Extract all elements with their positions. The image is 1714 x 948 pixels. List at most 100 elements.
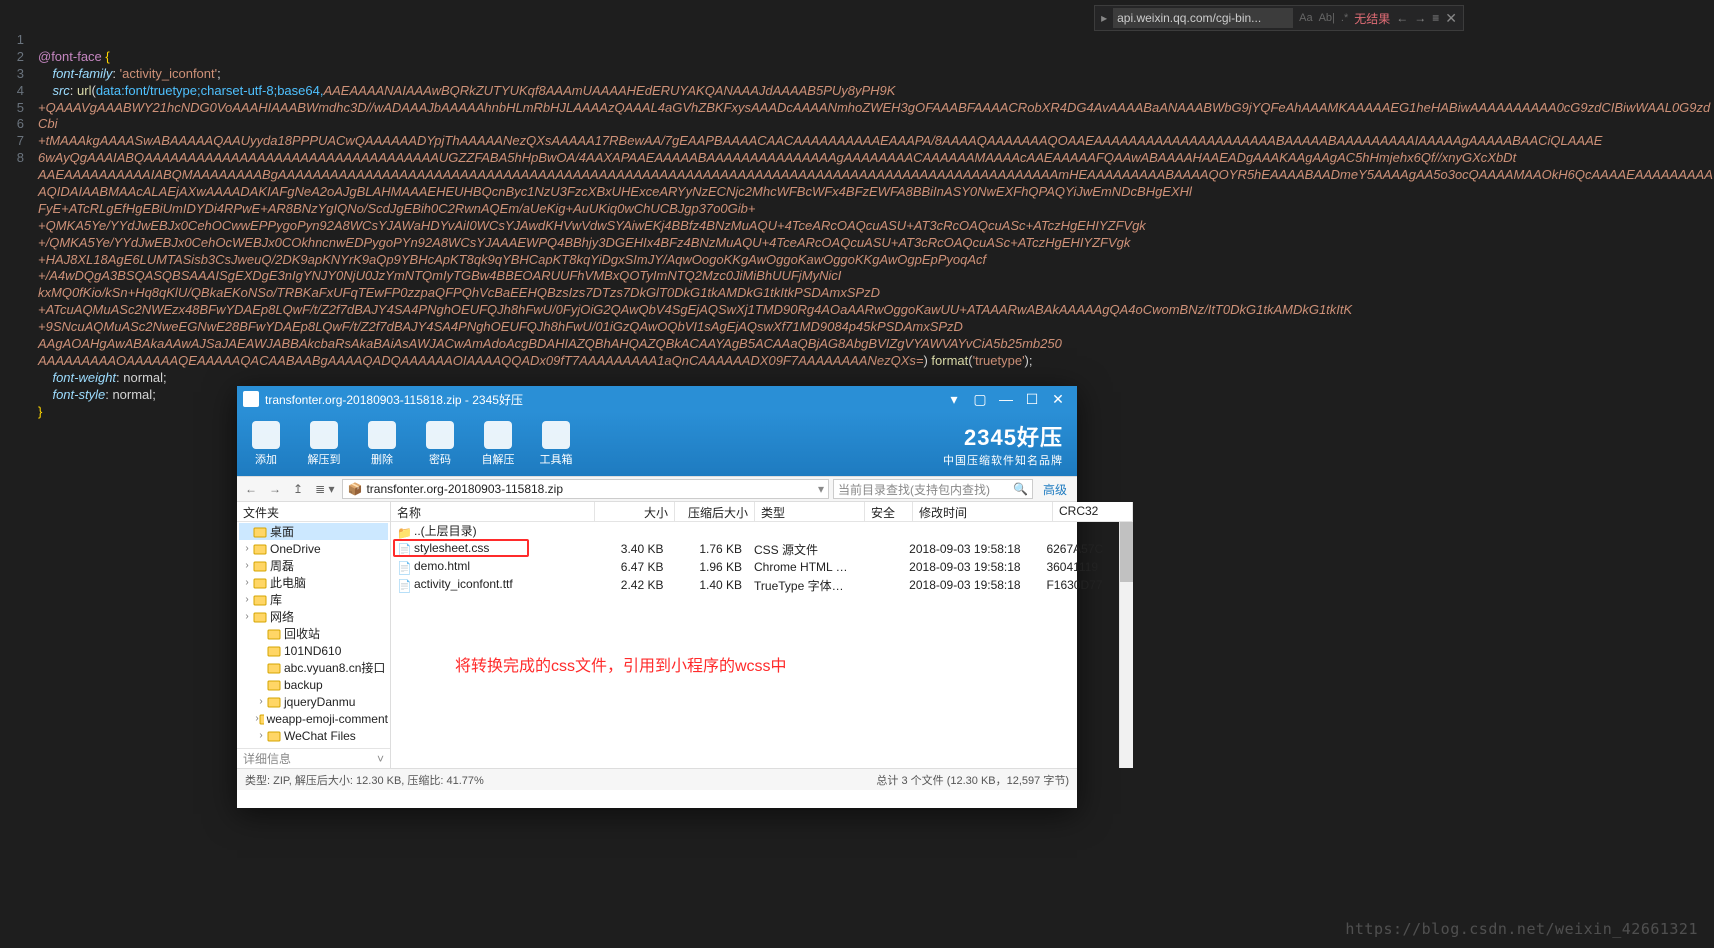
tree-item[interactable]: ›此电脑 [239, 574, 388, 591]
tree-item[interactable]: abc.vyuan8.cn接口 [239, 659, 388, 676]
archive-icon: 📦 [347, 482, 362, 496]
expand-icon[interactable]: › [241, 611, 253, 622]
status-right: 总计 3 个文件 (12.30 KB，12,597 字节) [876, 772, 1069, 788]
case-toggle-icon[interactable]: Aa [1299, 12, 1312, 24]
extract-icon [310, 421, 338, 449]
tree-item[interactable]: ›jqueryDanmu [239, 693, 388, 710]
column-date[interactable]: 修改时间 [913, 502, 1053, 521]
tool-password[interactable]: 密码 [411, 421, 469, 467]
column-size[interactable]: 大小 [595, 502, 675, 521]
annotation-text: 将转换完成的css文件，引用到小程序的wcss中 [455, 652, 787, 676]
find-in-selection-icon[interactable]: ≡ [1432, 11, 1439, 25]
tree-header: 文件夹 [237, 502, 390, 522]
desktop-icon [253, 525, 267, 539]
folder-icon [267, 695, 281, 709]
minimize-icon[interactable]: — [993, 391, 1019, 407]
pin-icon[interactable]: ▢ [967, 391, 993, 408]
expand-icon[interactable]: › [241, 543, 253, 554]
at-rule: @font-face [38, 49, 102, 64]
search-input[interactable]: 当前目录查找(支持包内查找) 🔍 [833, 479, 1033, 499]
cloud-icon [253, 542, 267, 556]
column-name[interactable]: 名称 [391, 502, 595, 521]
delete-icon [368, 421, 396, 449]
tree-item[interactable]: ›OneDrive [239, 540, 388, 557]
tool-delete[interactable]: 删除 [353, 421, 411, 467]
collapse-icon[interactable]: ▸ [1101, 11, 1107, 25]
tree-footer[interactable]: 详细信息˅ [237, 748, 390, 768]
expand-icon[interactable]: › [241, 594, 253, 605]
watermark: https://blog.csdn.net/weixin_42661321 [1345, 920, 1698, 938]
file-row[interactable]: 📄demo.html6.47 KB1.96 KBChrome HTML D...… [391, 558, 1119, 576]
tools-icon [542, 421, 570, 449]
folder-icon [267, 644, 281, 658]
status-left: 类型: ZIP, 解压后大小: 12.30 KB, 压缩比: 41.77% [245, 772, 484, 788]
expand-icon[interactable]: › [241, 560, 253, 571]
folder-icon: 📁 [397, 526, 411, 540]
folder-tree[interactable]: 桌面›OneDrive›周磊›此电脑›库›网络回收站101ND610abc.vy… [237, 522, 390, 748]
search-icon[interactable]: 🔍 [1013, 482, 1028, 496]
expand-icon[interactable]: › [255, 730, 267, 741]
scrollbar-thumb[interactable] [1120, 522, 1133, 582]
view-icon[interactable]: ≣ ▾ [311, 482, 338, 496]
app-icon [243, 391, 259, 407]
toolbar: 添加解压到删除密码自解压工具箱 2345好压 中国压缩软件知名品牌 [237, 412, 1077, 476]
wholeword-toggle-icon[interactable]: Ab| [1319, 12, 1335, 24]
add-icon [252, 421, 280, 449]
status-bar: 类型: ZIP, 解压后大小: 12.30 KB, 压缩比: 41.77% 总计… [237, 768, 1077, 790]
file-row[interactable]: 📄activity_iconfont.ttf2.42 KB1.40 KBTrue… [391, 576, 1119, 594]
find-input[interactable] [1113, 8, 1293, 28]
dropdown-icon[interactable]: ▾ [941, 391, 967, 408]
path-bar: ← → ↥ ≣ ▾ 📦 transfonter.org-20180903-115… [237, 476, 1077, 502]
file-row[interactable]: 📁..(上层目录) [391, 522, 1119, 540]
prev-match-icon[interactable]: ← [1396, 11, 1408, 25]
tool-add[interactable]: 添加 [237, 421, 295, 467]
css-icon: 📄 [397, 543, 411, 557]
file-list[interactable]: 将转换完成的css文件，引用到小程序的wcss中 📁..(上层目录)📄style… [391, 522, 1133, 768]
pc-icon [253, 576, 267, 590]
file-list-pane: 名称大小压缩后大小类型安全修改时间CRC32 将转换完成的css文件，引用到小程… [391, 502, 1133, 768]
advanced-link[interactable]: 高级 [1037, 481, 1073, 498]
column-crc[interactable]: CRC32 [1053, 502, 1133, 521]
tree-item[interactable]: ›网络 [239, 608, 388, 625]
archive-window: transfonter.org-20180903-115818.zip - 23… [237, 386, 1077, 808]
titlebar[interactable]: transfonter.org-20180903-115818.zip - 23… [237, 386, 1077, 412]
column-headers[interactable]: 名称大小压缩后大小类型安全修改时间CRC32 [391, 502, 1133, 522]
tool-extract[interactable]: 解压到 [295, 421, 353, 467]
folder-tree-pane: 文件夹 桌面›OneDrive›周磊›此电脑›库›网络回收站101ND610ab… [237, 502, 391, 768]
tool-sfx[interactable]: 自解压 [469, 421, 527, 467]
expand-icon[interactable]: › [241, 577, 253, 588]
tree-item[interactable]: ›weapp-emoji-comment [239, 710, 388, 727]
html-icon: 📄 [397, 561, 411, 575]
sfx-icon [484, 421, 512, 449]
next-match-icon[interactable]: → [1414, 11, 1426, 25]
scrollbar[interactable] [1119, 522, 1133, 768]
folder-icon [267, 661, 281, 675]
forward-icon[interactable]: → [265, 482, 285, 496]
path-input[interactable]: 📦 transfonter.org-20180903-115818.zip ▾ [342, 479, 829, 499]
expand-icon[interactable]: › [255, 696, 267, 707]
up-icon[interactable]: ↥ [289, 482, 307, 496]
close-window-icon[interactable]: ✕ [1045, 391, 1071, 408]
tree-item[interactable]: 回收站 [239, 625, 388, 642]
regex-toggle-icon[interactable]: .* [1341, 12, 1348, 24]
chevron-down-icon[interactable]: ˅ [377, 752, 384, 766]
column-safe[interactable]: 安全 [865, 502, 913, 521]
trash-icon [267, 627, 281, 641]
close-icon[interactable]: ✕ [1445, 10, 1457, 27]
back-icon[interactable]: ← [241, 482, 261, 496]
tree-item[interactable]: 101ND610 [239, 642, 388, 659]
tree-item[interactable]: ›WeChat Files [239, 727, 388, 744]
tree-item[interactable]: ›库 [239, 591, 388, 608]
tool-tools[interactable]: 工具箱 [527, 421, 585, 467]
user-icon [253, 559, 267, 573]
tree-item[interactable]: ›周磊 [239, 557, 388, 574]
column-csize[interactable]: 压缩后大小 [675, 502, 755, 521]
dropdown-icon[interactable]: ▾ [818, 482, 824, 496]
column-type[interactable]: 类型 [755, 502, 865, 521]
file-row[interactable]: 📄stylesheet.css3.40 KB1.76 KBCSS 源文件2018… [391, 540, 1119, 558]
net-icon [253, 610, 267, 624]
tree-item[interactable]: backup [239, 676, 388, 693]
tree-item[interactable]: 桌面 [239, 523, 388, 540]
maximize-icon[interactable]: ☐ [1019, 391, 1045, 408]
lib-icon [253, 593, 267, 607]
